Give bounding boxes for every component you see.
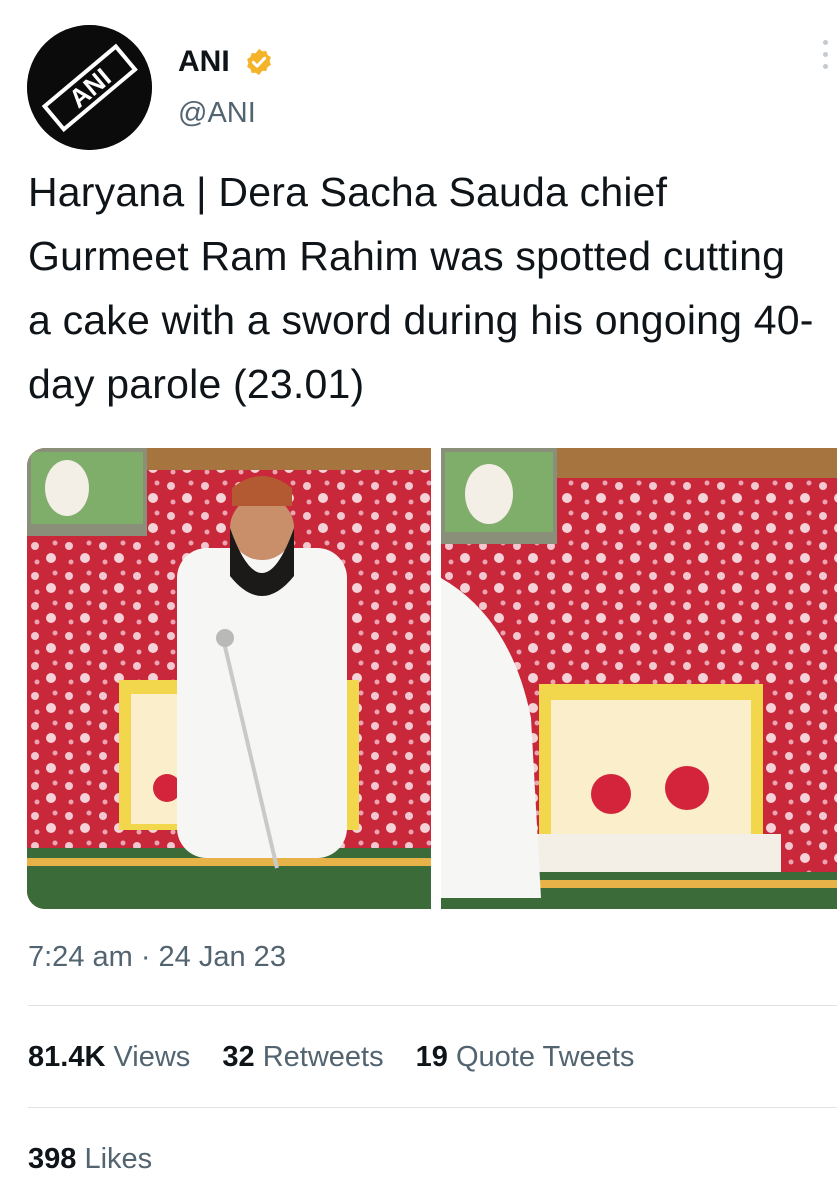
views-label: Views (113, 1041, 191, 1073)
tweet-timestamp[interactable]: 7:24 am · 24 Jan 23 (28, 937, 286, 977)
quote-tweets-count: 19 (415, 1041, 448, 1073)
photo-left-icon (27, 448, 431, 909)
author-display-name[interactable]: ANI (178, 44, 230, 80)
retweets-stat[interactable]: 32 Retweets (222, 1035, 383, 1079)
views-count: 81.4K (28, 1041, 106, 1073)
tweet-text: Haryana | Dera Sacha Sauda chief Gurmeet… (28, 169, 814, 407)
author-avatar[interactable]: ANI (27, 25, 152, 150)
retweets-label: Retweets (262, 1041, 384, 1073)
likes-label: Likes (84, 1143, 153, 1175)
quote-tweets-stat[interactable]: 19 Quote Tweets (416, 1035, 635, 1079)
tweet-media (27, 448, 837, 909)
ani-logo-icon: ANI (27, 25, 152, 150)
divider (28, 1107, 837, 1108)
author-handle[interactable]: @ANI (178, 96, 256, 130)
divider (28, 1005, 837, 1006)
likes-count: 398 (28, 1143, 77, 1175)
retweets-count: 32 (222, 1041, 255, 1073)
likes-stat[interactable]: 398 Likes (28, 1137, 152, 1181)
views-stat[interactable]: 81.4K Views (28, 1035, 190, 1079)
media-photo-right[interactable] (441, 448, 837, 909)
verified-badge-icon (247, 48, 271, 76)
tweet-stats: 81.4K Views 32 Retweets 19 Quote Tweets (28, 1035, 658, 1079)
media-photo-left[interactable] (27, 448, 431, 909)
photo-right-icon (441, 448, 837, 909)
quote-tweets-label: Quote Tweets (455, 1041, 635, 1073)
more-options-icon[interactable] (810, 40, 837, 80)
